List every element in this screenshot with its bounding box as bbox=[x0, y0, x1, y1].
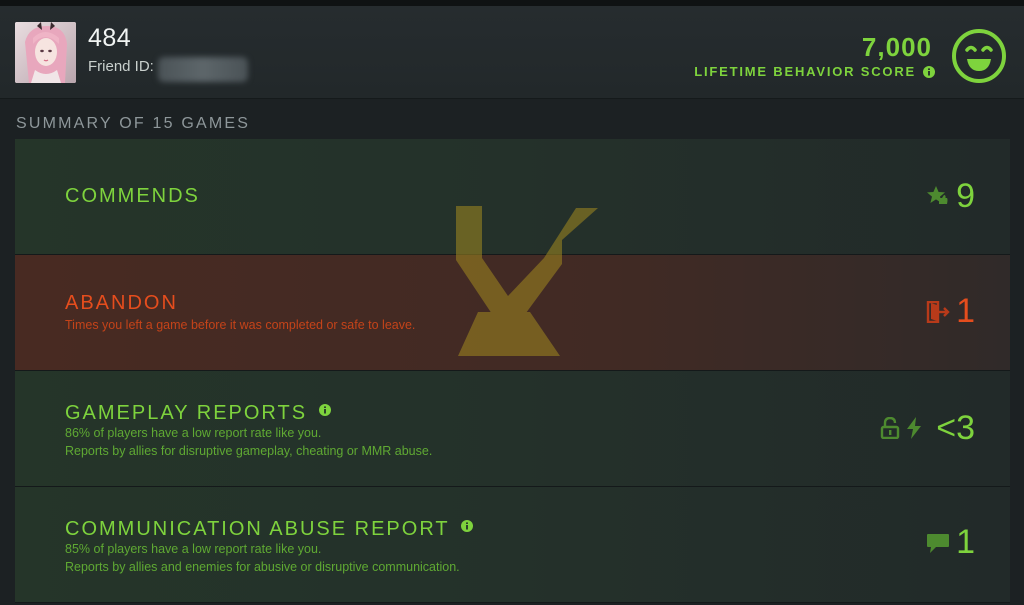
behavior-score-value: 7,000 bbox=[861, 32, 932, 62]
communication-abuse-row: COMMUNICATION ABUSE REPORT 85% of player… bbox=[15, 487, 1010, 603]
communication-abuse-title: COMMUNICATION ABUSE REPORT bbox=[65, 515, 473, 541]
abandon-title: ABANDON bbox=[65, 292, 178, 314]
info-icon[interactable] bbox=[460, 515, 473, 538]
gameplay-reports-value: <3 bbox=[936, 409, 975, 447]
commends-title: COMMENDS bbox=[65, 185, 200, 207]
abandon-value: 1 bbox=[956, 292, 975, 330]
behavior-summary-page: 484 Friend ID: 7,000 LIFETIME BEHAVIOR S… bbox=[0, 0, 1024, 605]
player-avatar[interactable] bbox=[15, 22, 76, 83]
commends-value: 9 bbox=[956, 177, 975, 215]
behavior-score-label: LIFETIME BEHAVIOR SCORE bbox=[694, 64, 916, 79]
communication-abuse-value: 1 bbox=[956, 523, 975, 561]
gameplay-reports-description: Reports by allies for disruptive gamepla… bbox=[65, 444, 433, 458]
star-thumb-icon bbox=[926, 185, 948, 212]
abandon-description: Times you left a game before it was comp… bbox=[65, 318, 416, 332]
communication-abuse-title-text: COMMUNICATION ABUSE REPORT bbox=[65, 518, 450, 540]
gameplay-reports-row: GAMEPLAY REPORTS 86% of players have a l… bbox=[15, 371, 1010, 487]
gameplay-reports-rate: 86% of players have a low report rate li… bbox=[65, 426, 322, 440]
gameplay-reports-title: GAMEPLAY REPORTS bbox=[65, 399, 331, 425]
gameplay-reports-title-text: GAMEPLAY REPORTS bbox=[65, 402, 308, 424]
smiley-face-icon bbox=[951, 28, 1007, 89]
lightning-icon bbox=[906, 417, 922, 444]
lock-icon bbox=[880, 416, 900, 444]
game-logo-watermark bbox=[450, 200, 600, 365]
profile-header: 484 Friend ID: 7,000 LIFETIME BEHAVIOR S… bbox=[0, 6, 1024, 99]
communication-abuse-description: Reports by allies and enemies for abusiv… bbox=[65, 560, 460, 574]
player-name: 484 bbox=[88, 24, 132, 52]
exit-door-icon bbox=[926, 300, 950, 328]
friend-id-label: Friend ID: bbox=[88, 58, 154, 75]
chat-bubble-icon bbox=[926, 533, 950, 560]
communication-abuse-rate: 85% of players have a low report rate li… bbox=[65, 542, 322, 556]
summary-title: SUMMARY OF 15 GAMES bbox=[16, 115, 251, 132]
info-icon[interactable] bbox=[318, 399, 331, 422]
info-icon[interactable] bbox=[923, 65, 935, 83]
friend-id-redacted bbox=[158, 57, 248, 82]
